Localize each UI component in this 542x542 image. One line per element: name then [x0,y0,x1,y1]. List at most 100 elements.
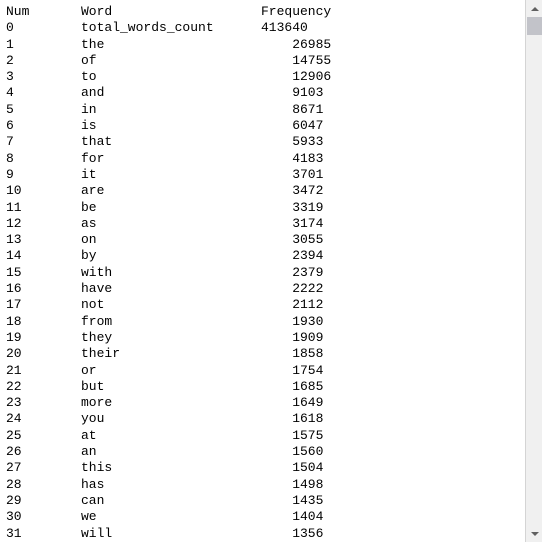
header-num: Num [6,4,81,20]
table-row: 26an 1560 [6,444,519,460]
row-frequency: 2112 [261,297,519,313]
row-word: have [81,281,261,297]
header-frequency: Frequency [261,4,519,20]
row-num: 19 [6,330,81,346]
table-row: 25at 1575 [6,428,519,444]
row-word: for [81,151,261,167]
row-frequency: 26985 [261,37,519,53]
row-word: their [81,346,261,362]
row-num: 10 [6,183,81,199]
row-num: 4 [6,85,81,101]
table-row: 3to 12906 [6,69,519,85]
scroll-thumb[interactable] [527,17,542,35]
row-num: 21 [6,363,81,379]
row-word: at [81,428,261,444]
table-row: 29can 1435 [6,493,519,509]
table-row: 9it 3701 [6,167,519,183]
table-row: 19they 1909 [6,330,519,346]
row-word: will [81,526,261,542]
row-num: 30 [6,509,81,525]
row-num: 24 [6,411,81,427]
row-frequency: 3174 [261,216,519,232]
row-frequency: 3701 [261,167,519,183]
header-row: Num Word Frequency [6,4,519,20]
table-row: 31will 1356 [6,526,519,542]
table-row: 24you 1618 [6,411,519,427]
row-frequency: 413640 [261,20,519,36]
row-word: can [81,493,261,509]
table-row: 5in 8671 [6,102,519,118]
row-frequency: 6047 [261,118,519,134]
row-num: 23 [6,395,81,411]
table-row: 8for 4183 [6,151,519,167]
table-row: 0total_words_count413640 [6,20,519,36]
table-row: 10are 3472 [6,183,519,199]
row-word: or [81,363,261,379]
scroll-up-arrow-icon[interactable] [526,0,542,17]
row-num: 9 [6,167,81,183]
table-row: 14by 2394 [6,248,519,264]
row-frequency: 1909 [261,330,519,346]
row-num: 5 [6,102,81,118]
table-row: 15with 2379 [6,265,519,281]
row-num: 25 [6,428,81,444]
row-frequency: 1504 [261,460,519,476]
table-row: 18from 1930 [6,314,519,330]
row-num: 28 [6,477,81,493]
row-frequency: 2379 [261,265,519,281]
row-word: this [81,460,261,476]
text-content: Num Word Frequency 0total_words_count413… [0,0,525,542]
row-frequency: 4183 [261,151,519,167]
table-row: 11be 3319 [6,200,519,216]
row-word: as [81,216,261,232]
row-word: has [81,477,261,493]
row-frequency: 1404 [261,509,519,525]
row-num: 20 [6,346,81,362]
row-word: of [81,53,261,69]
row-word: we [81,509,261,525]
row-word: they [81,330,261,346]
row-word: are [81,183,261,199]
row-frequency: 2222 [261,281,519,297]
row-frequency: 3319 [261,200,519,216]
row-word: but [81,379,261,395]
row-num: 0 [6,20,81,36]
table-row: 17not 2112 [6,297,519,313]
row-num: 3 [6,69,81,85]
row-frequency: 1435 [261,493,519,509]
table-row: 7that 5933 [6,134,519,150]
table-row: 23more 1649 [6,395,519,411]
row-frequency: 12906 [261,69,519,85]
row-frequency: 5933 [261,134,519,150]
row-word: is [81,118,261,134]
row-word: with [81,265,261,281]
row-word: it [81,167,261,183]
row-num: 2 [6,53,81,69]
row-num: 6 [6,118,81,134]
table-row: 16have 2222 [6,281,519,297]
row-num: 17 [6,297,81,313]
row-num: 13 [6,232,81,248]
row-word: total_words_count [81,20,261,36]
row-frequency: 2394 [261,248,519,264]
row-num: 18 [6,314,81,330]
header-word: Word [81,4,261,20]
row-word: an [81,444,261,460]
row-word: that [81,134,261,150]
row-word: by [81,248,261,264]
row-word: the [81,37,261,53]
table-row: 6is 6047 [6,118,519,134]
row-frequency: 1754 [261,363,519,379]
row-num: 1 [6,37,81,53]
row-word: to [81,69,261,85]
table-row: 27this 1504 [6,460,519,476]
scroll-down-arrow-icon[interactable] [526,525,542,542]
row-frequency: 1618 [261,411,519,427]
row-frequency: 14755 [261,53,519,69]
row-frequency: 1858 [261,346,519,362]
vertical-scrollbar[interactable] [525,0,542,542]
row-num: 7 [6,134,81,150]
row-num: 16 [6,281,81,297]
row-word: from [81,314,261,330]
row-num: 15 [6,265,81,281]
